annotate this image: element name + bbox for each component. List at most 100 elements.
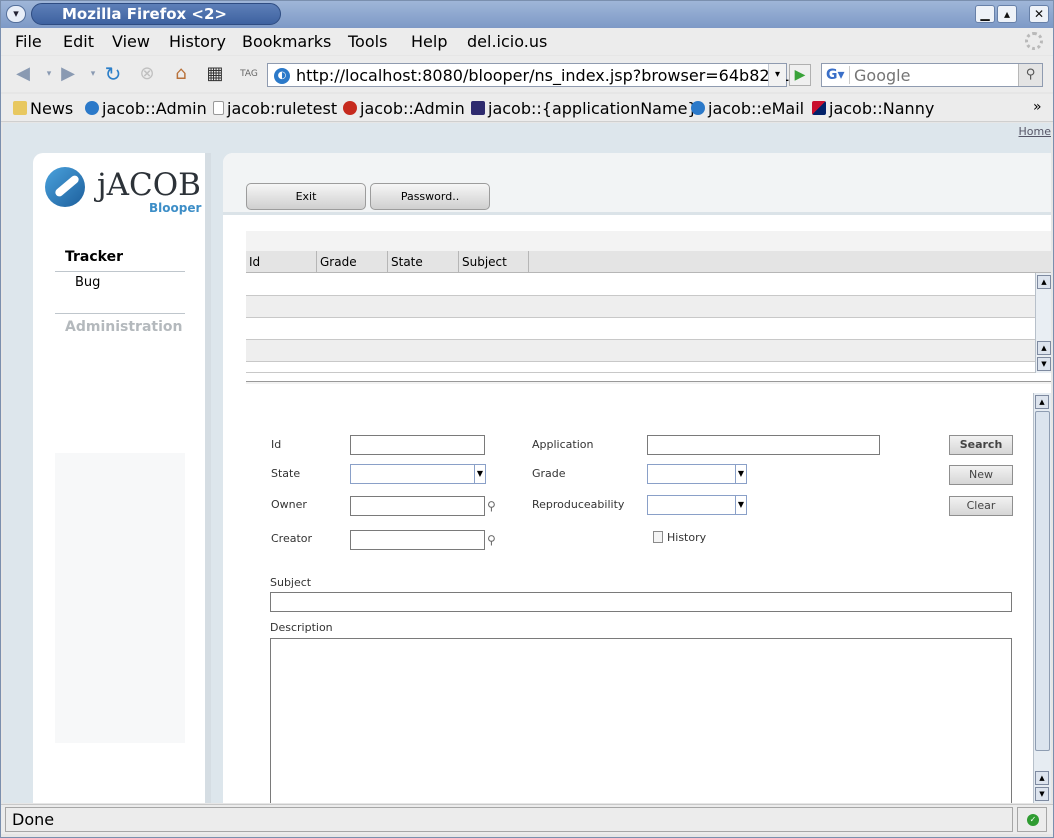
owner-search-icon[interactable]: ⚲ <box>487 499 503 515</box>
new-button[interactable]: New <box>949 465 1013 485</box>
bookmark-jacob-ruletest[interactable]: jacob:ruletest <box>213 99 337 118</box>
nav-empty-area <box>55 453 185 743</box>
column-id[interactable]: Id <box>246 251 317 273</box>
back-icon[interactable]: ◀ <box>11 63 35 85</box>
logo-subtitle: Blooper <box>149 201 202 215</box>
column-state[interactable]: State <box>388 251 459 273</box>
results-table: Id Grade State Subject ▲ ▲ ▼ <box>246 231 1051 384</box>
column-subject[interactable]: Subject <box>459 251 529 273</box>
search-button[interactable]: Search <box>949 435 1013 455</box>
main-panel: Exit Password.. Id Grade State Subject ▲… <box>223 153 1051 803</box>
bookmark-news[interactable]: News <box>13 99 73 118</box>
search-input[interactable] <box>854 66 1014 85</box>
creator-label: Creator <box>271 532 313 545</box>
stop-icon[interactable]: ⊗ <box>135 63 159 85</box>
search-magnifier-icon[interactable]: ⚲ <box>1018 64 1042 86</box>
url-history-dropdown-icon[interactable]: ▾ <box>768 64 786 86</box>
scroll-up-icon[interactable]: ▲ <box>1035 395 1049 409</box>
scroll-up-icon[interactable]: ▲ <box>1035 771 1049 785</box>
reproduceability-select[interactable]: ▼ <box>647 495 747 515</box>
menu-edit[interactable]: Edit <box>63 32 94 51</box>
menu-tools[interactable]: Tools <box>348 32 387 51</box>
menu-help[interactable]: Help <box>411 32 447 51</box>
subject-field[interactable] <box>270 592 1012 612</box>
bookmarks-toolbar: News jacob::Admin jacob:ruletest jacob::… <box>1 94 1053 122</box>
scroll-down-icon[interactable]: ▼ <box>1035 787 1049 801</box>
nav-divider <box>55 313 185 314</box>
scroll-up-icon[interactable]: ▲ <box>1037 341 1051 355</box>
grade-select[interactable]: ▼ <box>647 464 747 484</box>
eclipse-icon <box>471 101 485 115</box>
table-bottom-border <box>246 381 1051 384</box>
grade-label: Grade <box>532 467 566 480</box>
history-link[interactable]: History <box>653 531 706 544</box>
column-grade[interactable]: Grade <box>317 251 388 273</box>
table-row[interactable] <box>246 362 1035 373</box>
chevron-down-icon: ▼ <box>735 465 746 483</box>
menu-file[interactable]: File <box>15 32 42 51</box>
description-label: Description <box>270 621 333 634</box>
jacob-logo: jACOB Blooper <box>45 167 205 217</box>
forward-icon[interactable]: ▶ <box>56 63 80 85</box>
security-check-icon: ✓ <box>1027 814 1039 826</box>
close-button[interactable]: ✕ <box>1029 5 1049 23</box>
creator-field[interactable] <box>350 530 485 550</box>
minimize-button[interactable]: ▁ <box>975 5 995 23</box>
folder-icon <box>13 101 27 115</box>
screenshot-icon[interactable]: ▦ <box>203 63 227 85</box>
bookmark-jacob-admin-2[interactable]: jacob::Admin <box>343 99 465 118</box>
security-indicator[interactable]: ✓ <box>1017 807 1047 832</box>
menu-view[interactable]: View <box>112 32 150 51</box>
url-bar[interactable]: ◐ http://localhost:8080/blooper/ns_index… <box>267 63 790 87</box>
scroll-down-icon[interactable]: ▼ <box>1037 357 1051 371</box>
description-field[interactable] <box>270 638 1012 803</box>
scroll-up-icon[interactable]: ▲ <box>1037 275 1051 289</box>
nav-administration[interactable]: Administration <box>65 319 182 335</box>
bookmark-jacob-email[interactable]: jacob::eMail <box>691 99 804 118</box>
id-field[interactable] <box>350 435 485 455</box>
home-icon[interactable]: ⌂ <box>169 63 193 85</box>
document-icon <box>653 531 663 543</box>
owner-label: Owner <box>271 498 307 511</box>
subject-label: Subject <box>270 576 312 589</box>
password-button[interactable]: Password.. <box>370 183 490 210</box>
creator-search-icon[interactable]: ⚲ <box>487 533 503 549</box>
nav-tracker[interactable]: Tracker <box>65 249 123 265</box>
bookmark-jacob-applicationname[interactable]: jacob::{applicationName} <box>471 99 698 118</box>
state-select[interactable]: ▼ <box>350 464 486 484</box>
scrollbar-thumb[interactable] <box>1035 411 1050 751</box>
application-field[interactable] <box>647 435 880 455</box>
url-text[interactable]: http://localhost:8080/blooper/ns_index.j… <box>296 66 790 85</box>
application-label: Application <box>532 438 594 451</box>
menu-history[interactable]: History <box>169 32 226 51</box>
search-box: G▾ ⚲ <box>821 63 1043 87</box>
owner-field[interactable] <box>350 496 485 516</box>
home-link[interactable]: Home <box>1019 125 1051 138</box>
menu-delicious[interactable]: del.icio.us <box>467 32 547 51</box>
status-bar: Done ✓ <box>1 804 1053 834</box>
page-content: Home jACOB Blooper Tracker Bug Administr… <box>3 123 1051 803</box>
id-label: Id <box>271 438 282 451</box>
window-menu-button[interactable]: ▾ <box>6 5 26 23</box>
maximize-button[interactable]: ▴ <box>997 5 1017 23</box>
table-row[interactable] <box>246 340 1035 362</box>
exit-button[interactable]: Exit <box>246 183 366 210</box>
logo-text: jACOB <box>97 167 201 203</box>
bookmarks-overflow-icon[interactable]: » <box>1033 99 1042 115</box>
table-row[interactable] <box>246 274 1035 296</box>
table-scrollbar[interactable]: ▲ ▲ ▼ <box>1035 273 1051 373</box>
go-button[interactable]: ▶ <box>789 64 811 86</box>
nav-bug[interactable]: Bug <box>75 275 100 290</box>
form-scrollbar[interactable]: ▲ ▲ ▼ <box>1033 393 1051 803</box>
reproduceability-label: Reproduceability <box>532 498 625 511</box>
clear-button[interactable]: Clear <box>949 496 1013 516</box>
tag-icon[interactable]: TAG <box>237 63 261 85</box>
search-engine-selector-icon[interactable]: G▾ <box>824 66 850 84</box>
table-row[interactable] <box>246 318 1035 340</box>
state-label: State <box>271 467 301 480</box>
bookmark-jacob-admin[interactable]: jacob::Admin <box>85 99 207 118</box>
table-row[interactable] <box>246 296 1035 318</box>
bookmark-jacob-nanny[interactable]: jacob::Nanny <box>812 99 934 118</box>
menu-bookmarks[interactable]: Bookmarks <box>242 32 331 51</box>
reload-icon[interactable]: ↻ <box>101 63 125 85</box>
